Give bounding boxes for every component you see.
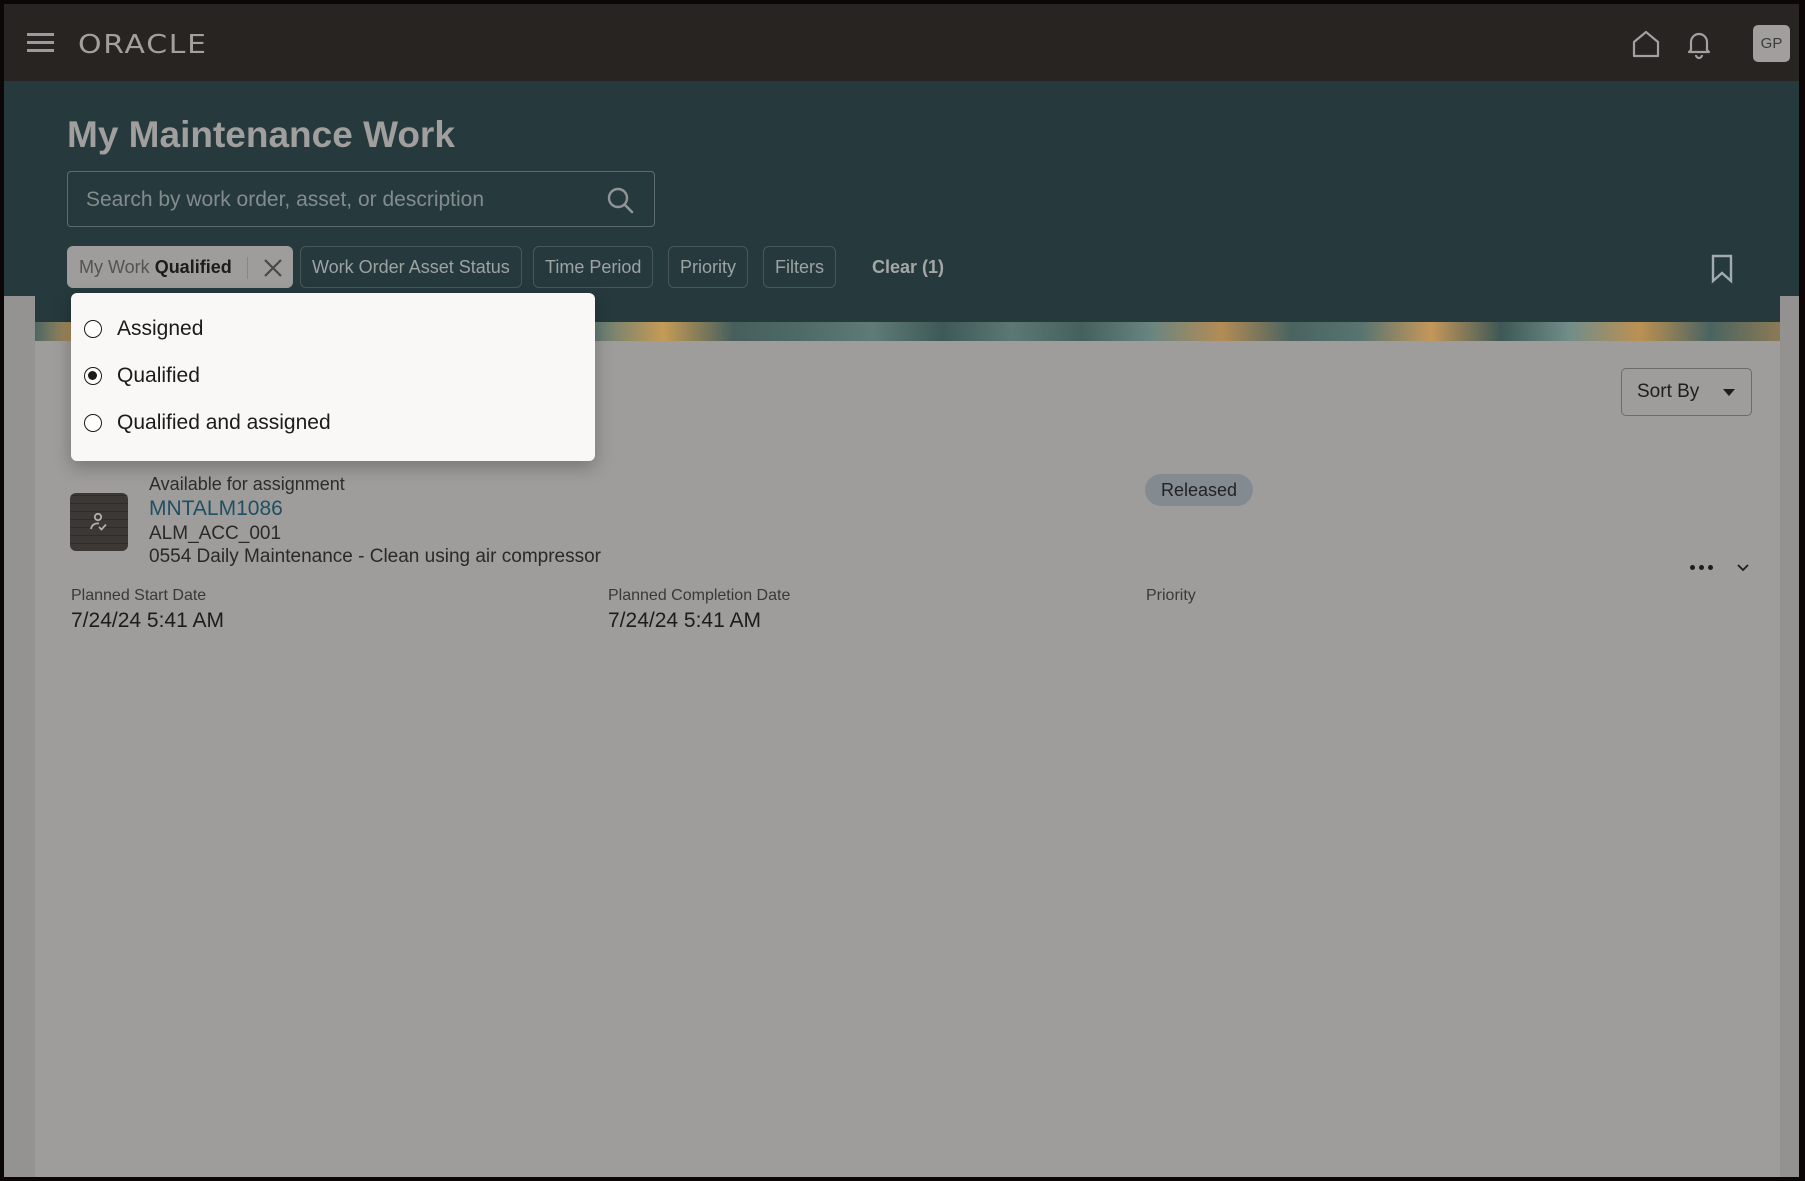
work-order-thumbnail — [70, 493, 128, 551]
user-avatar[interactable]: GP — [1753, 25, 1790, 62]
radio-button-selected[interactable] — [84, 367, 102, 385]
planned-completion-date-label: Planned Completion Date — [608, 587, 791, 604]
chevron-down-icon[interactable] — [1733, 560, 1753, 576]
my-work-dropdown: Assigned Qualified Qualified and assigne… — [71, 293, 595, 461]
option-label: Qualified — [117, 364, 200, 387]
priority-chip[interactable]: Priority — [668, 246, 749, 288]
availability-text: Available for assignment — [149, 474, 345, 494]
bookmark-icon[interactable] — [1709, 254, 1735, 284]
planned-completion-date-value: 7/24/24 5:41 AM — [608, 609, 761, 632]
close-icon[interactable] — [256, 247, 292, 287]
search-input[interactable] — [84, 172, 588, 228]
chip-value: Qualified — [154, 257, 232, 277]
planned-start-date-value: 7/24/24 5:41 AM — [71, 609, 224, 632]
planned-start-date-label: Planned Start Date — [71, 587, 207, 604]
option-label: Qualified and assigned — [117, 411, 331, 434]
chip-label: My Work — [79, 257, 150, 277]
work-order-asset-status-chip[interactable]: Work Order Asset Status — [300, 246, 522, 288]
app-frame: ORACLE GP My Maintenance Work My Work Qu… — [4, 4, 1799, 1177]
time-period-chip[interactable]: Time Period — [533, 246, 654, 288]
status-badge: Released — [1145, 474, 1254, 506]
right-gutter — [1780, 296, 1799, 1177]
home-icon[interactable] — [1630, 28, 1662, 60]
caret-down-icon — [1723, 389, 1735, 396]
work-order-number-link[interactable]: MNTALM1086 — [149, 497, 283, 521]
search-icon[interactable] — [606, 186, 634, 214]
option-qualified[interactable]: Qualified — [84, 358, 200, 394]
option-label: Assigned — [117, 317, 204, 340]
radio-button[interactable] — [84, 414, 102, 432]
priority-label: Priority — [1146, 587, 1196, 604]
clear-filters-button[interactable]: Clear (1) — [872, 246, 944, 288]
menu-icon[interactable] — [27, 33, 54, 53]
oracle-logo: ORACLE — [78, 30, 208, 60]
option-qualified-and-assigned[interactable]: Qualified and assigned — [84, 405, 331, 441]
bell-icon[interactable] — [1683, 28, 1715, 60]
work-order-description: 0554 Daily Maintenance - Clean using air… — [149, 546, 602, 567]
option-assigned[interactable]: Assigned — [84, 311, 203, 347]
left-gutter — [4, 296, 35, 1177]
more-actions-icon[interactable] — [1688, 560, 1722, 576]
my-work-filter-chip[interactable]: My Work Qualified — [67, 246, 293, 288]
page-title: My Maintenance Work — [67, 114, 455, 155]
chip-divider — [246, 257, 248, 280]
filters-chip[interactable]: Filters — [763, 246, 836, 288]
app-bar: ORACLE GP — [4, 4, 1799, 81]
asset-number: ALM_ACC_001 — [149, 523, 282, 544]
sort-by-button[interactable]: Sort By — [1621, 368, 1752, 416]
radio-button[interactable] — [84, 320, 102, 338]
search-field[interactable] — [67, 171, 655, 228]
sort-by-label: Sort By — [1637, 381, 1700, 402]
person-check-icon — [90, 512, 107, 531]
